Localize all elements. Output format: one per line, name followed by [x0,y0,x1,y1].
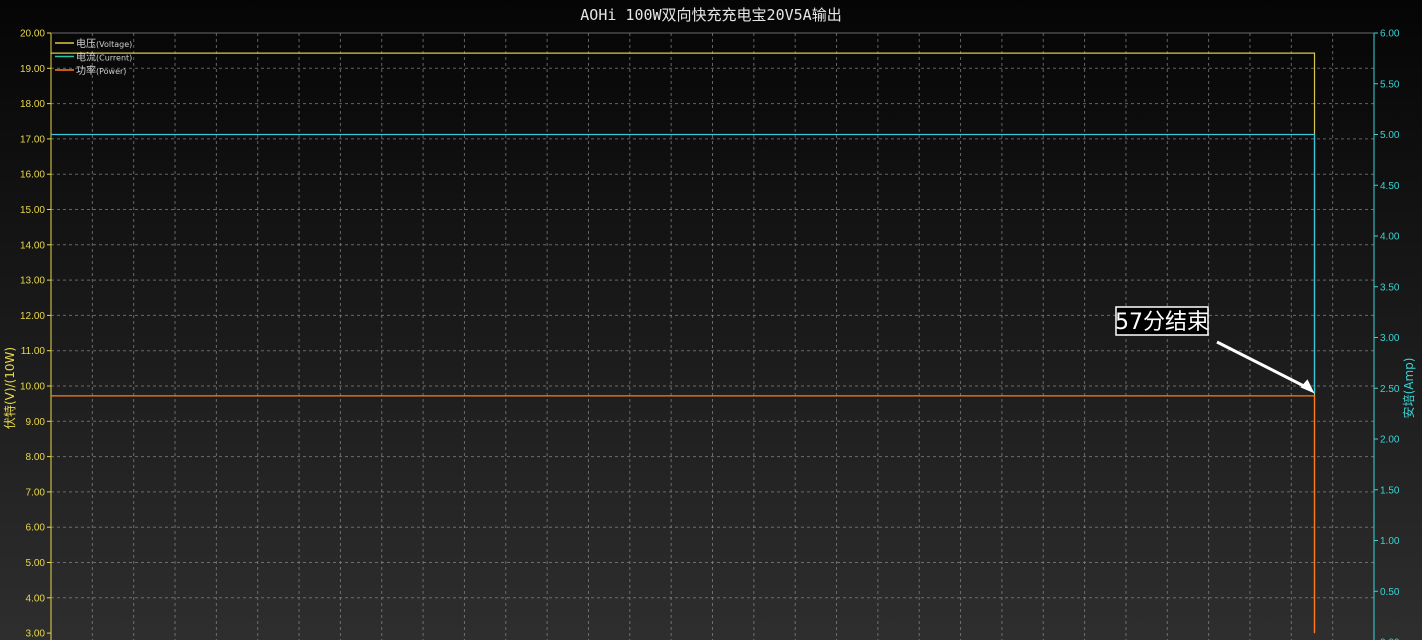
tick-label-left: 20.00 [20,29,45,40]
tick-label-right: 3.50 [1380,282,1400,293]
tick-label-left: 14.00 [20,240,45,251]
tick-label-right: 1.50 [1380,485,1400,496]
y-axis-label-right: 安培(Amp) [1401,358,1416,419]
tick-label-left: 3.00 [26,629,46,640]
tick-label-left: 6.00 [26,523,46,534]
tick-label-right: 6.00 [1380,29,1400,40]
tick-label-right: 4.00 [1380,232,1400,243]
tick-label-right: 2.00 [1380,435,1400,446]
tick-label-left: 19.00 [20,64,45,75]
tick-label-left: 17.00 [20,134,45,145]
tick-label-right: 1.00 [1380,536,1400,547]
tick-label-left: 7.00 [26,487,46,498]
tick-label-left: 16.00 [20,170,45,181]
tick-label-left: 15.00 [20,205,45,216]
tick-label-left: 11.00 [21,346,46,357]
tick-label-left: 12.00 [20,311,45,322]
chart-title: AOHi 100W双向快充充电宝20V5A输出 [580,6,841,24]
tick-label-left: 8.00 [26,452,46,463]
annotation-text: 57分结束 [1115,310,1209,335]
tick-label-left: 13.00 [20,276,45,287]
tick-label-left: 5.00 [26,558,46,569]
tick-label-right: 4.50 [1380,181,1400,192]
chart: AOHi 100W双向快充充电宝20V5A输出 3.00 4.00 5.00 6.00… [0,0,1422,640]
tick-label-right: 5.00 [1380,130,1400,141]
tick-label-right: 3.00 [1380,333,1400,344]
tick-label-left: 10.00 [20,382,45,393]
chart-canvas: AOHi 100W双向快充充电宝20V5A输出 3.00 4.00 5.00 6.00… [0,0,1422,640]
tick-label-left: 4.00 [26,593,46,604]
tick-label-left: 9.00 [26,417,46,428]
tick-label-right: 5.50 [1380,79,1400,90]
y-axis-label-left: 伏特(V)/(10W) [2,347,17,429]
tick-label-right: 0.50 [1380,587,1400,598]
tick-label-left: 18.00 [20,99,45,110]
tick-label-right: 2.50 [1380,384,1400,395]
